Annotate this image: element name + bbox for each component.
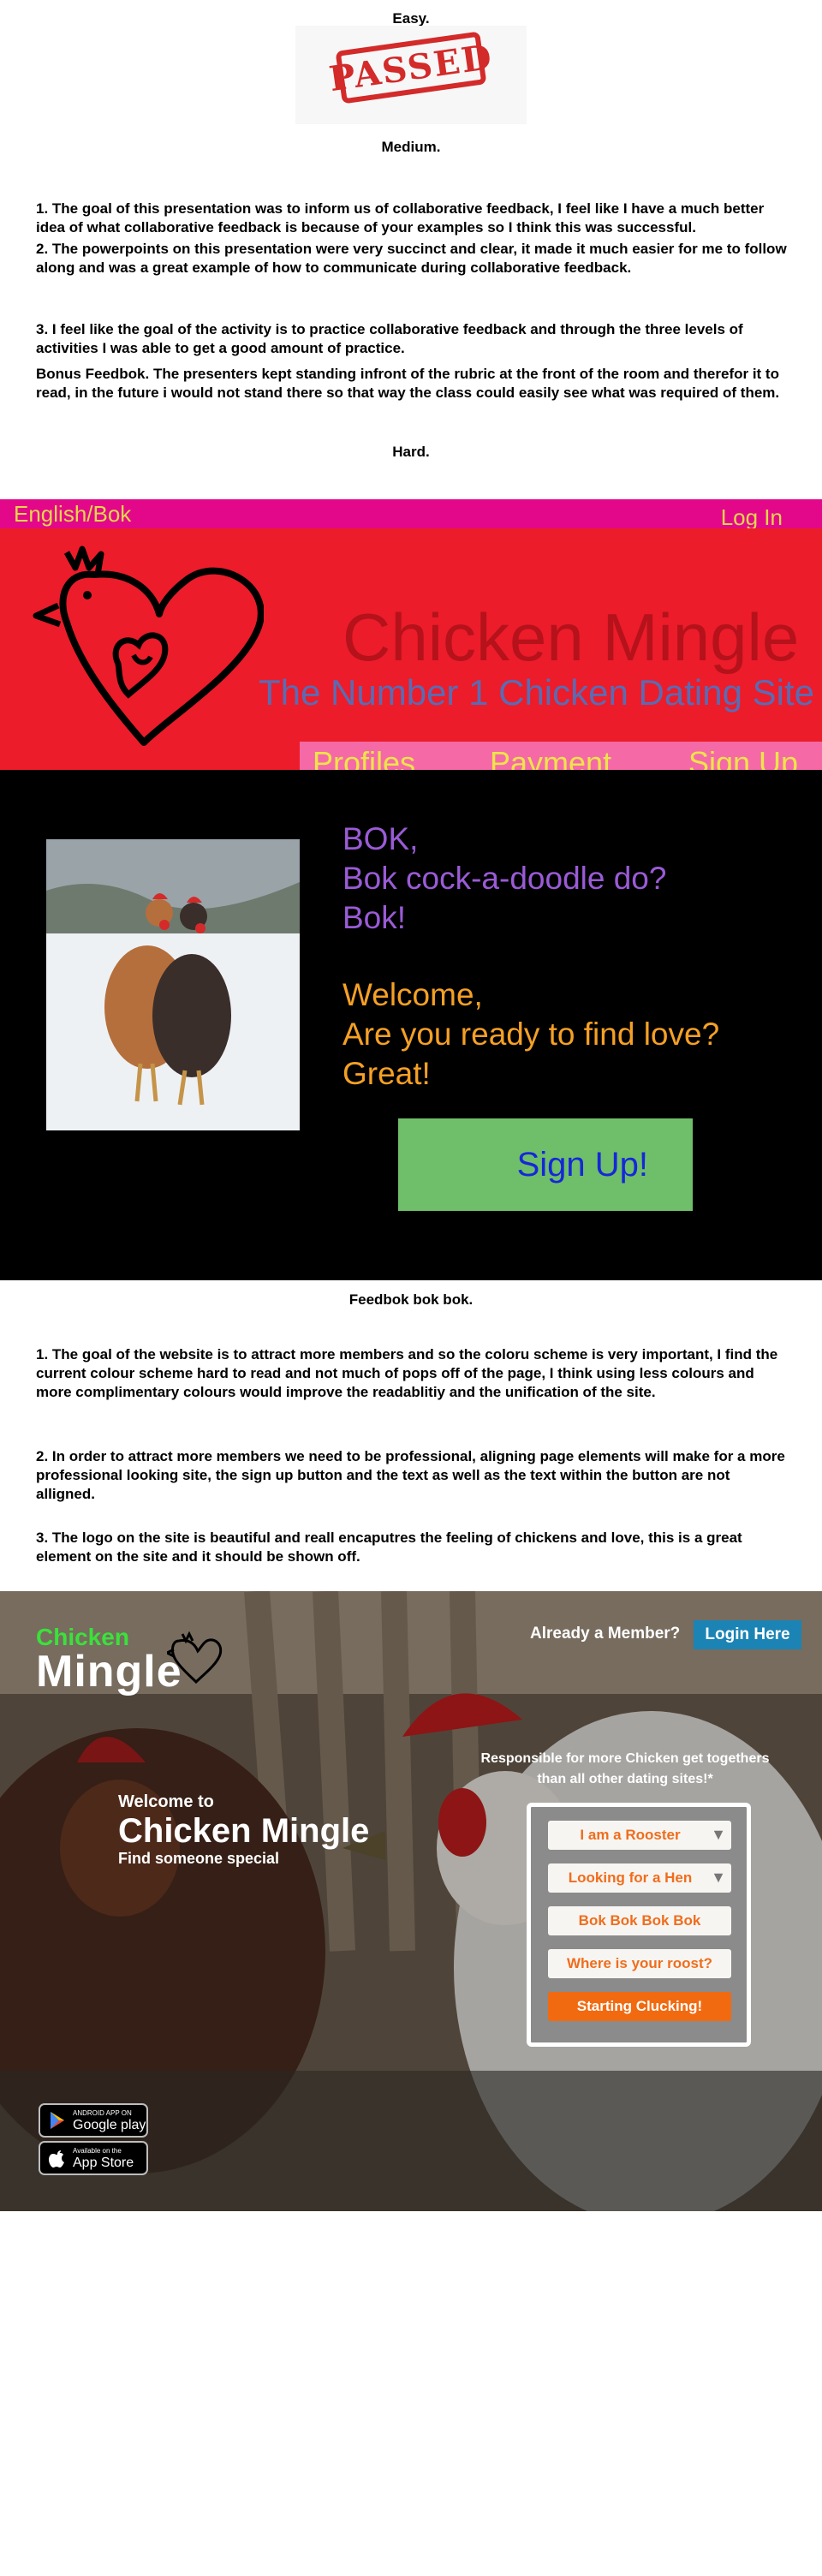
hard-heading: Hard. [392,444,430,460]
roost-field[interactable]: Where is your roost? [548,1949,731,1978]
paragraph-3: 3. I feel like the goal of the activity … [36,321,743,356]
paragraph-1: 1. The goal of this presentation was to … [36,200,765,236]
welcome-line-3: Great! [342,1056,431,1091]
hero-banner: Chicken Mingle The Number 1 Chicken Dati… [0,528,822,770]
mockup-2: Chicken Mingle Already a Member? Login H… [0,1591,822,2211]
start-clucking-button[interactable]: Starting Clucking! [548,1992,731,2021]
find-someone-text: Find someone special [118,1850,280,1867]
site-tagline: The Number 1 Chicken Dating Site [259,672,814,713]
top-bar: English/Bok Log In [0,499,822,531]
bok-text: BOK, Bok cock-a-doodle do? Bok! [342,820,666,938]
dropdown-arrow-icon: ▼ [711,1826,726,1843]
welcome-line-2: Are you ready to find love? [342,1017,720,1052]
mingle-logo: Chicken Mingle [36,1624,182,1696]
welcome-block: Welcome to Chicken Mingle Find someone s… [118,1792,369,1868]
bok-line-1: BOK, [342,821,419,856]
bok-line-2: Bok cock-a-doodle do? [342,861,667,896]
language-link[interactable]: English/Bok [14,501,131,528]
logo-mingle-text: Mingle [36,1647,182,1696]
paragraph-2: 2. The powerpoints on this presentation … [36,241,787,276]
feedbok-paragraph-1: 1. The goal of the website is to attract… [36,1346,778,1400]
apple-icon [49,2150,64,2168]
stamp-border: PASSED [327,31,495,104]
welcome-to-text: Welcome to [118,1792,214,1811]
chickens-photo [46,839,300,1130]
responsible-text: Responsible for more Chicken get togethe… [480,1751,770,1786]
app-store-big-text: App Store [73,2156,134,2170]
already-member-text: Already a Member? [530,1625,681,1643]
site-title: Chicken Mingle [342,599,800,675]
welcome-text: Welcome, Are you ready to find love? Gre… [342,975,719,1094]
medium-heading: Medium. [381,139,441,155]
heart-chicken-small-icon [167,1631,223,1685]
logo-chicken-text: Chicken [36,1624,129,1650]
i-am-select[interactable]: I am a Rooster ▼ [548,1821,731,1850]
google-play-big-text: Google play [73,2118,146,2132]
i-am-select-value: I am a Rooster [580,1827,681,1843]
login-here-button[interactable]: Login Here [694,1620,801,1649]
app-store-small-text: Available on the [73,2147,122,2155]
google-play-badge[interactable]: ANDROID APP ON Google play [39,2103,148,2138]
google-play-icon [51,2112,64,2129]
heart-chicken-logo-icon [33,546,264,746]
looking-for-select[interactable]: Looking for a Hen ▼ [548,1863,731,1893]
looking-for-select-value: Looking for a Hen [568,1869,693,1886]
google-play-small-text: ANDROID APP ON [73,2109,132,2117]
bok-field[interactable]: Bok Bok Bok Bok [548,1906,731,1935]
stamp-text: PASSED [326,36,496,99]
feedbok-paragraph-3: 3. The logo on the site is beautiful and… [36,1530,742,1565]
sign-up-button[interactable]: Sign Up! [398,1118,693,1211]
signup-form: I am a Rooster ▼ Looking for a Hen ▼ Bok… [527,1803,751,2047]
app-store-badge[interactable]: Available on the App Store [39,2141,148,2175]
dropdown-arrow-icon: ▼ [711,1869,726,1886]
passed-stamp-image: PASSED [295,26,527,124]
bok-line-3: Bok! [342,900,407,935]
feedbok-heading: Feedbok bok bok. [348,1291,474,1308]
easy-heading: Easy. [392,10,430,27]
welcome-line-1: Welcome, [342,977,483,1012]
paragraph-bonus: Bonus Feedbok. The presenters kept stand… [36,366,780,401]
site-name-text: Chicken Mingle [118,1812,370,1850]
feedbok-paragraph-2: 2. In order to attract more members we n… [36,1448,785,1502]
login-link[interactable]: Log In [721,504,783,531]
